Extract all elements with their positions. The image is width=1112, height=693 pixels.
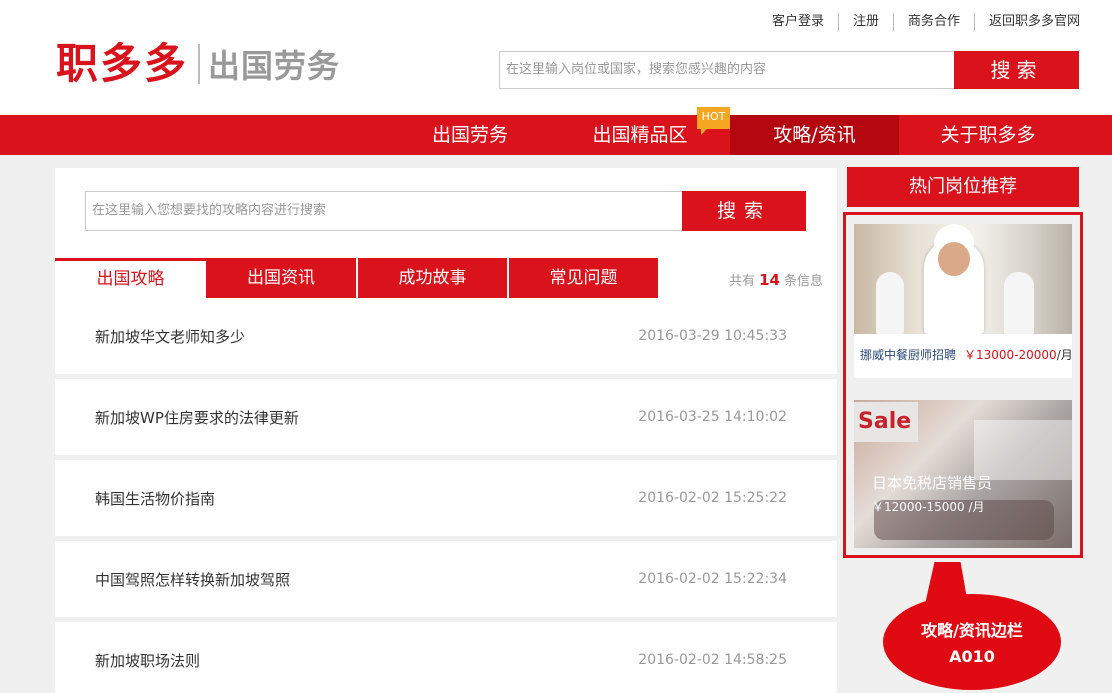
site-search-button[interactable]: 搜索 <box>954 51 1079 89</box>
article-search: 在这里输入您想要找的攻略内容进行搜索 搜索 <box>55 168 837 260</box>
article-date: 2016-02-02 14:58:25 <box>638 652 787 668</box>
count-value: 14 <box>759 271 780 289</box>
tab-guides[interactable]: 出国攻略 <box>55 258 206 298</box>
article-title[interactable]: 韩国生活物价指南 <box>95 488 215 509</box>
article-title[interactable]: 新加坡华文老师知多少 <box>95 326 245 347</box>
tab-stories[interactable]: 成功故事 <box>357 258 507 298</box>
article-date: 2016-02-02 15:22:34 <box>638 571 787 587</box>
hot-jobs-panel: 挪威中餐厨师招聘 ￥13000-20000/月 Sale 日本免税店销售员 ￥12… <box>843 212 1083 558</box>
list-item[interactable]: 新加坡职场法则 2016-02-02 14:58:25 <box>55 622 837 693</box>
site-search: 在这里输入岗位或国家，搜索您感兴趣的内容 搜索 <box>499 51 1079 89</box>
logo-sub-text: 出国劳务 <box>208 47 341 85</box>
list-item[interactable]: 新加坡华文老师知多少 2016-03-29 10:45:33 <box>55 298 837 374</box>
photo-head <box>938 242 970 276</box>
job-name: 日本免税店销售员 <box>872 474 993 492</box>
tab-faq[interactable]: 常见问题 <box>508 258 658 298</box>
chef-photo <box>854 224 1072 334</box>
nav-item-about[interactable]: 关于职多多 <box>918 115 1058 155</box>
login-link[interactable]: 客户登录 <box>758 12 838 32</box>
list-item[interactable]: 韩国生活物价指南 2016-02-02 15:25:22 <box>55 460 837 536</box>
callout-text: 攻略/资讯边栏 A010 <box>883 618 1061 670</box>
article-search-row: 在这里输入您想要找的攻略内容进行搜索 搜索 <box>85 191 806 231</box>
logo-divider <box>198 44 201 84</box>
article-date: 2016-03-25 14:10:02 <box>638 409 787 425</box>
sale-sign: Sale <box>854 402 918 442</box>
header: 客户登录 注册 商务合作 返回职多多官网 职多多 出国劳务 在这里输入岗位或国家… <box>0 0 1112 115</box>
job-unit: /月 <box>1056 348 1073 362</box>
list-item[interactable]: 新加坡WP住房要求的法律更新 2016-03-25 14:10:02 <box>55 379 837 455</box>
category-tabs: 出国攻略 出国资讯 成功故事 常见问题 共有 14 条信息 <box>55 254 837 298</box>
callout-line1: 攻略/资讯边栏 <box>921 621 1023 640</box>
nav-item-guides[interactable]: 攻略/资讯 <box>730 115 899 155</box>
official-site-link[interactable]: 返回职多多官网 <box>975 12 1080 32</box>
business-link[interactable]: 商务合作 <box>894 12 974 32</box>
photo-figure <box>876 272 904 334</box>
tab-news[interactable]: 出国资讯 <box>206 258 356 298</box>
list-item[interactable]: 中国驾照怎样转换新加坡驾照 2016-02-02 15:22:34 <box>55 541 837 617</box>
result-count: 共有 14 条信息 <box>729 270 823 289</box>
article-date: 2016-03-29 10:45:33 <box>638 328 787 344</box>
photo-shelf <box>974 420 1072 480</box>
article-search-button[interactable]: 搜索 <box>682 191 806 231</box>
count-prefix: 共有 <box>729 274 756 289</box>
top-links: 客户登录 注册 商务合作 返回职多多官网 <box>758 12 1080 32</box>
article-search-input[interactable]: 在这里输入您想要找的攻略内容进行搜索 <box>85 191 682 231</box>
main-nav: 出国劳务 出国精品区 HOT 攻略/资讯 关于职多多 <box>0 107 1112 155</box>
article-date: 2016-02-02 15:25:22 <box>638 490 787 506</box>
article-title[interactable]: 新加坡职场法则 <box>95 650 200 671</box>
job-caption: 挪威中餐厨师招聘 ￥13000-20000/月 <box>860 346 1073 363</box>
job-card-sales[interactable]: Sale 日本免税店销售员 ￥12000-15000 /月 <box>854 400 1072 548</box>
job-salary: ￥12000-15000 /月 <box>872 498 985 515</box>
hot-jobs-title: 热门岗位推荐 <box>847 167 1079 207</box>
photo-figure <box>1004 272 1034 334</box>
site-search-input[interactable]: 在这里输入岗位或国家，搜索您感兴趣的内容 <box>499 51 954 89</box>
callout-line2: A010 <box>949 647 995 666</box>
article-title[interactable]: 中国驾照怎样转换新加坡驾照 <box>95 569 290 590</box>
job-unit: /月 <box>968 500 985 514</box>
job-name: 挪威中餐厨师招聘 <box>860 348 957 362</box>
article-title[interactable]: 新加坡WP住房要求的法律更新 <box>95 407 299 428</box>
job-price: ￥13000-20000 <box>964 348 1057 362</box>
hot-badge: HOT <box>697 107 730 135</box>
nav-item-premium[interactable]: 出国精品区 <box>570 115 710 155</box>
count-suffix: 条信息 <box>783 274 823 289</box>
register-link[interactable]: 注册 <box>839 12 893 32</box>
job-price: ￥12000-15000 <box>872 500 965 514</box>
job-card-chef[interactable]: 挪威中餐厨师招聘 ￥13000-20000/月 <box>854 224 1073 378</box>
logo[interactable]: 职多多 出国劳务 <box>56 38 340 90</box>
logo-main-text: 职多多 <box>56 39 189 88</box>
nav-item-labor[interactable]: 出国劳务 <box>410 115 530 155</box>
